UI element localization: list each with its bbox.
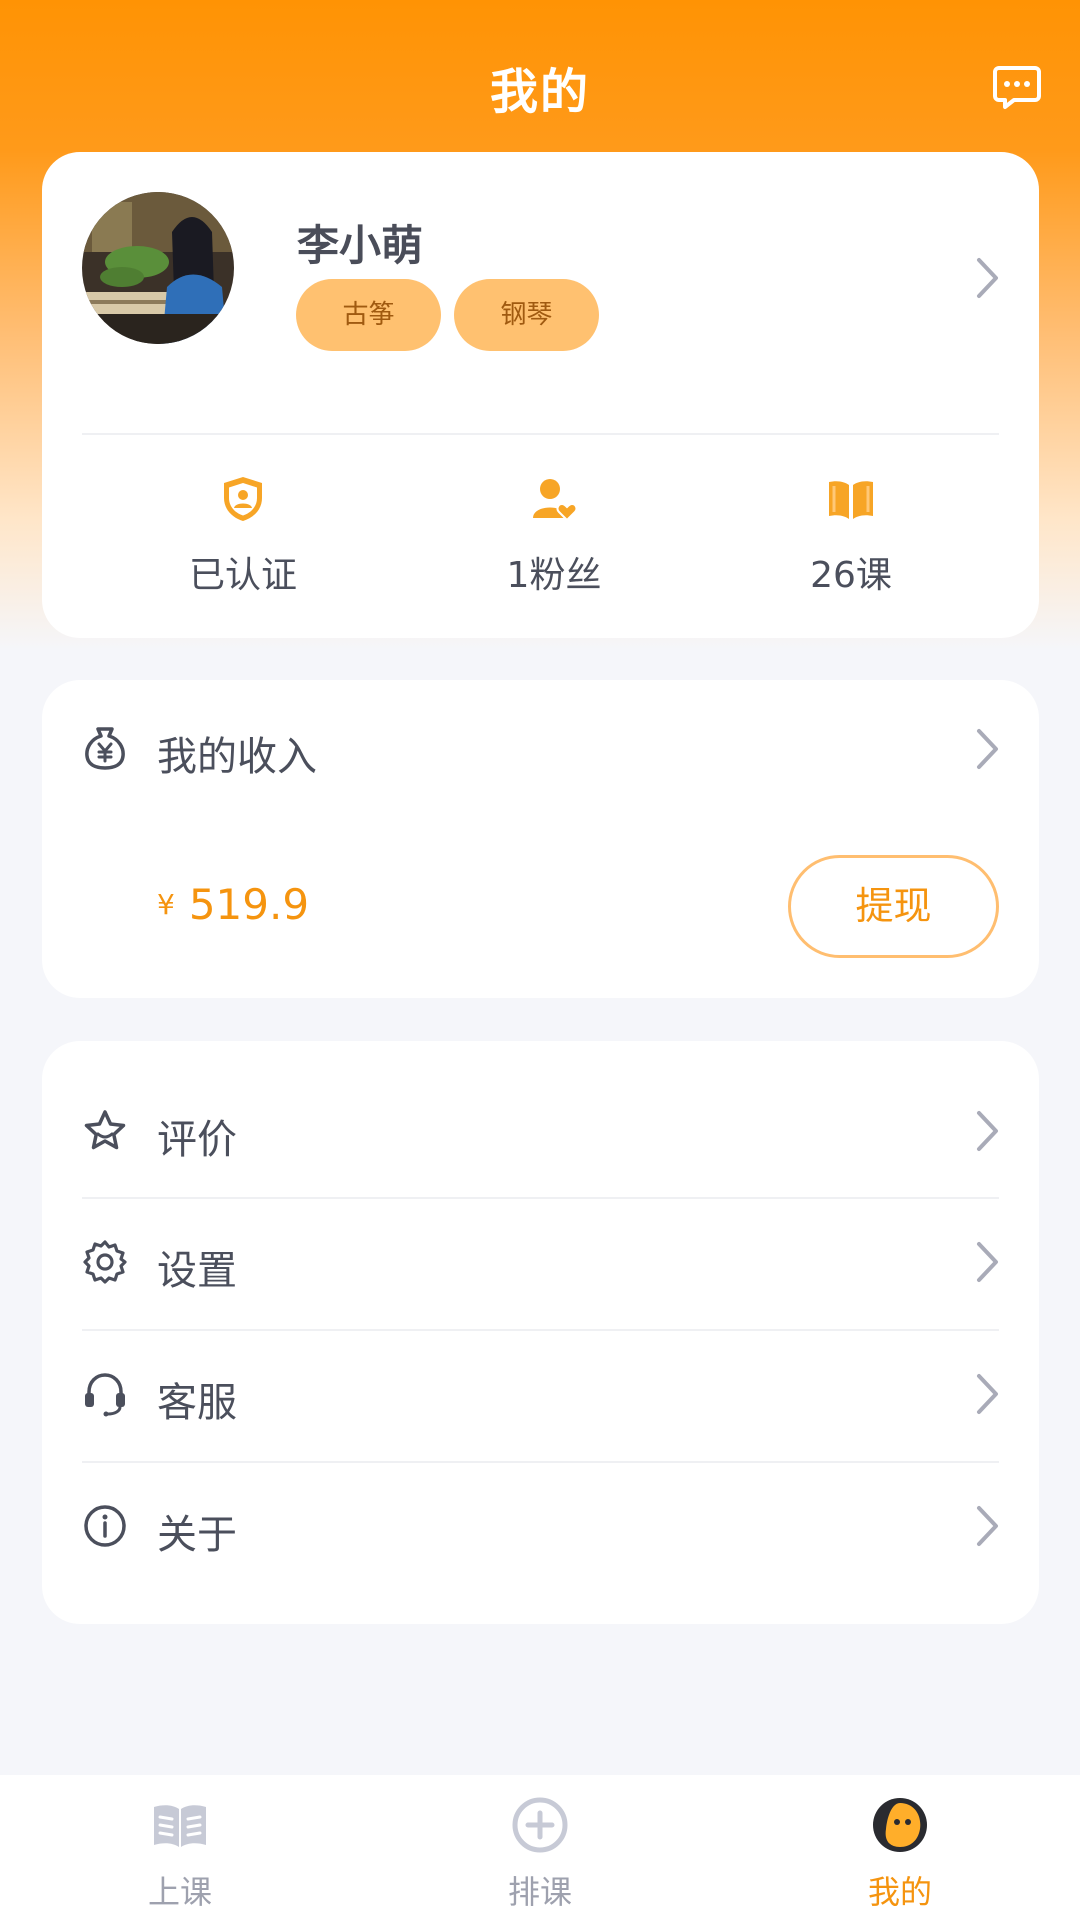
menu-item-label: 设置 <box>157 1248 237 1294</box>
chevron-right-icon[interactable] <box>974 727 1002 771</box>
stat-verified-label: 已认证 <box>188 555 297 596</box>
bottom-tab-bar: 上课 排课 我的 <box>0 1775 1080 1920</box>
info-icon <box>84 1505 126 1547</box>
stat-fans-label: 1粉丝 <box>506 555 602 596</box>
money-bag-icon <box>85 727 125 770</box>
tab-label: 排课 <box>507 1873 572 1911</box>
message-icon[interactable] <box>992 62 1042 112</box>
plus-circle-icon <box>512 1797 568 1853</box>
chevron-right-icon <box>977 1242 998 1282</box>
book-icon <box>829 481 873 519</box>
chevron-right-icon <box>977 1374 998 1414</box>
stat-fans[interactable]: 1粉丝 <box>434 474 674 598</box>
chevron-right-icon[interactable] <box>974 256 1002 300</box>
income-card[interactable]: 我的收入 ¥519.9 提现 <box>42 680 1039 998</box>
tab-profile[interactable]: 我的 <box>800 1775 1000 1920</box>
menu-item-reviews[interactable]: 评价 <box>42 1041 1039 1172</box>
tab-schedule[interactable]: 排课 <box>440 1775 640 1920</box>
menu-item-settings[interactable]: 设置 <box>42 1173 1039 1304</box>
income-amount: ¥519.9 <box>157 880 309 929</box>
menu-card: 评价 设置 客服 关于 <box>42 1041 1039 1624</box>
income-title: 我的收入 <box>157 734 317 780</box>
stat-courses[interactable]: 26课 <box>731 474 971 598</box>
menu-item-label: 关于 <box>157 1512 237 1558</box>
menu-item-label: 客服 <box>157 1380 237 1426</box>
shield-user-icon <box>224 477 262 521</box>
page-title: 我的 <box>489 64 590 120</box>
withdraw-button[interactable]: 提现 <box>788 855 999 958</box>
income-value: 519.9 <box>188 880 310 929</box>
headset-icon <box>85 1373 125 1417</box>
fans-icon <box>533 479 578 522</box>
star-icon <box>84 1110 126 1150</box>
profile-face-icon <box>873 1798 927 1852</box>
divider <box>82 433 999 435</box>
stat-courses-label: 26课 <box>810 555 892 596</box>
chevron-right-icon <box>977 1506 998 1546</box>
menu-item-about[interactable]: 关于 <box>42 1437 1039 1568</box>
open-book-icon <box>154 1805 206 1847</box>
profile-card[interactable]: 李小萌 古筝 钢琴 已认证 1粉丝 26课 <box>42 152 1039 638</box>
tab-label: 上课 <box>147 1873 212 1911</box>
tab-label: 我的 <box>867 1873 932 1911</box>
tab-classes[interactable]: 上课 <box>80 1775 280 1920</box>
menu-item-label: 评价 <box>157 1117 237 1163</box>
avatar <box>82 192 234 344</box>
header: 我的 <box>0 0 1080 150</box>
currency-symbol: ¥ <box>157 888 175 921</box>
tag-piano: 钢琴 <box>454 279 599 351</box>
gear-icon <box>83 1240 127 1284</box>
tag-guzheng: 古筝 <box>296 279 441 351</box>
menu-item-customer-service[interactable]: 客服 <box>42 1305 1039 1436</box>
user-name: 李小萌 <box>297 221 424 270</box>
chevron-right-icon <box>977 1111 998 1151</box>
stat-verified[interactable]: 已认证 <box>123 474 363 598</box>
